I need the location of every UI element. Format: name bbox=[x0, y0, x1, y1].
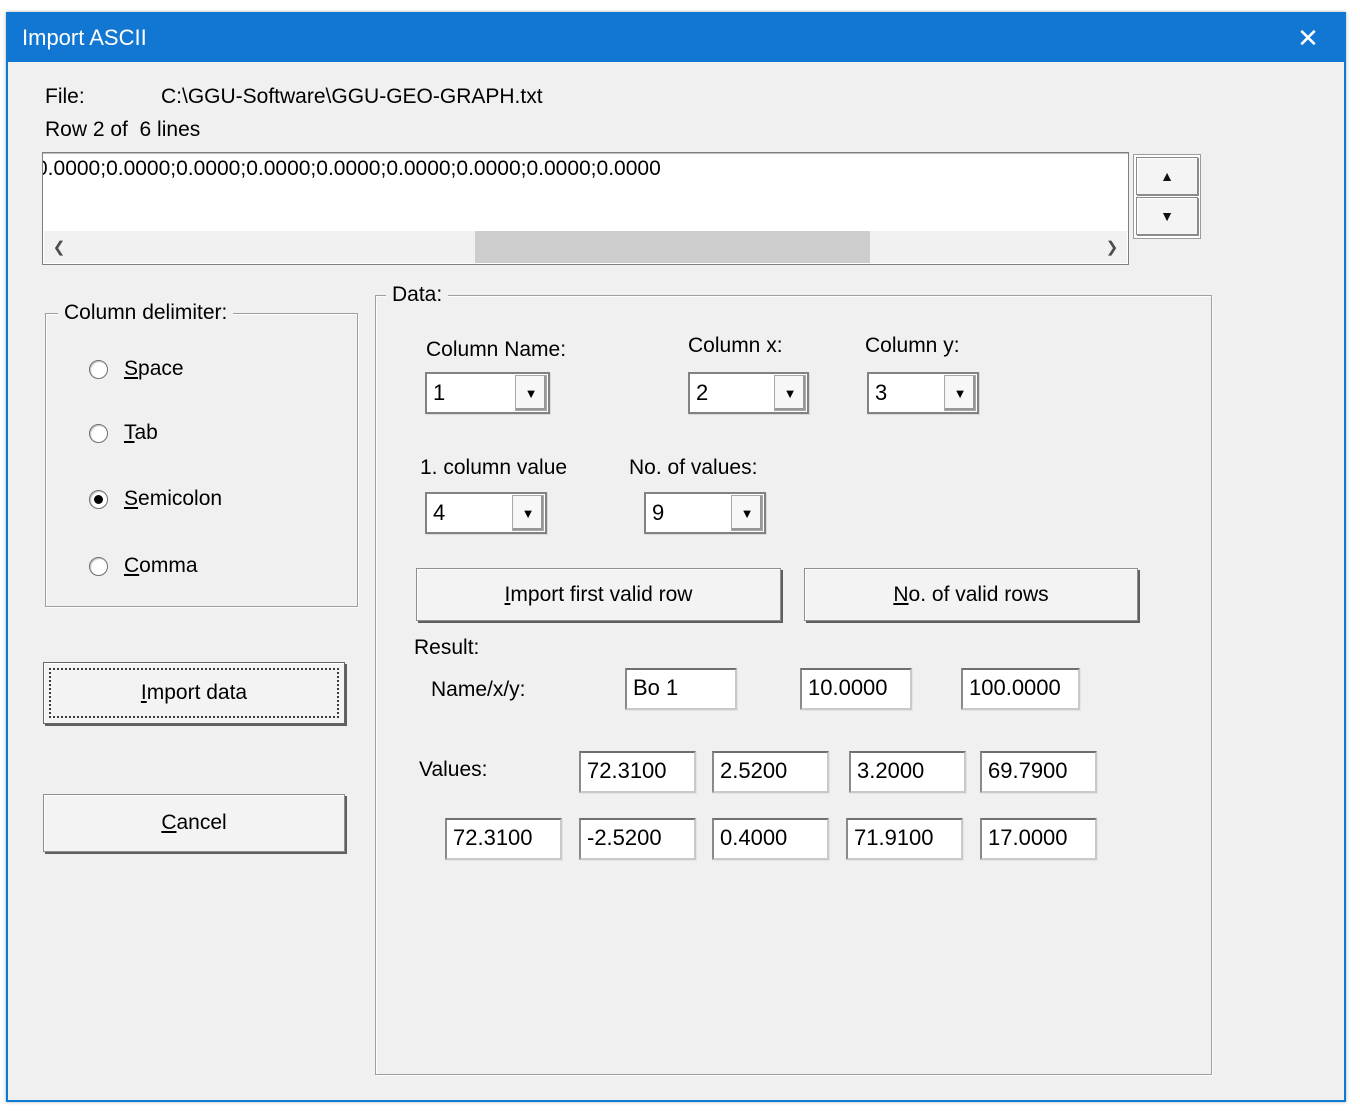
import-data-button[interactable]: Import data bbox=[43, 662, 345, 724]
column-delimiter-group: Column delimiter: Space Tab Semicolon Co… bbox=[45, 313, 358, 607]
row-up-button[interactable]: ▲ bbox=[1136, 157, 1198, 195]
row-spinner: ▲ ▼ bbox=[1133, 154, 1201, 239]
radio-circle-icon bbox=[89, 424, 108, 443]
column-delimiter-title: Column delimiter: bbox=[58, 301, 233, 325]
file-path: C:\GGU-Software\GGU-GEO-GRAPH.txt bbox=[161, 85, 543, 109]
column-y-select[interactable]: 3 ▼ bbox=[867, 372, 979, 414]
radio-comma[interactable]: Comma bbox=[89, 553, 198, 579]
radio-circle-icon bbox=[89, 490, 108, 509]
scroll-right-icon[interactable]: ❯ bbox=[1099, 231, 1125, 263]
value-field[interactable]: 71.9100 bbox=[846, 818, 963, 860]
value-field[interactable]: 2.5200 bbox=[712, 751, 829, 793]
import-first-valid-row-button[interactable]: Import first valid row bbox=[416, 568, 781, 621]
first-column-value-select[interactable]: 4 ▼ bbox=[425, 492, 547, 534]
horizontal-scrollbar[interactable]: ❮ ❯ bbox=[44, 231, 1127, 263]
first-column-value-label: 1. column value bbox=[420, 456, 567, 480]
radio-circle-icon bbox=[89, 557, 108, 576]
dropdown-arrow-icon[interactable]: ▼ bbox=[731, 495, 763, 531]
data-group: Data: Column Name: Column x: Column y: 1… bbox=[375, 295, 1212, 1075]
scroll-left-icon[interactable]: ❮ bbox=[46, 231, 72, 263]
x-value-field[interactable]: 10.0000 bbox=[800, 668, 912, 710]
dialog-body: File: C:\GGU-Software\GGU-GEO-GRAPH.txt … bbox=[8, 62, 1344, 1100]
dropdown-arrow-icon[interactable]: ▼ bbox=[512, 495, 544, 531]
file-label: File: bbox=[45, 85, 85, 109]
column-x-select[interactable]: 2 ▼ bbox=[688, 372, 809, 414]
column-x-label: Column x: bbox=[688, 334, 783, 358]
radio-circle-icon bbox=[89, 360, 108, 379]
column-name-label: Column Name: bbox=[426, 338, 566, 362]
result-label: Result: bbox=[414, 636, 479, 660]
dialog-title: Import ASCII bbox=[8, 25, 147, 51]
column-name-select[interactable]: 1 ▼ bbox=[425, 372, 550, 414]
down-arrow-icon: ▼ bbox=[1160, 208, 1174, 224]
name-xy-label: Name/x/y: bbox=[431, 678, 526, 702]
name-value-field[interactable]: Bo 1 bbox=[625, 668, 737, 710]
value-field[interactable]: 0.4000 bbox=[712, 818, 829, 860]
value-field[interactable]: 72.3100 bbox=[579, 751, 696, 793]
ascii-preview-line: 0.0000;0.0000;0.0000;0.0000;0.0000;0.000… bbox=[42, 157, 661, 181]
cancel-button[interactable]: Cancel bbox=[43, 794, 345, 852]
radio-tab[interactable]: Tab bbox=[89, 420, 158, 446]
row-info: Row 2 of 6 lines bbox=[45, 118, 200, 142]
no-of-valid-rows-button[interactable]: No. of valid rows bbox=[804, 568, 1138, 621]
value-field[interactable]: 17.0000 bbox=[980, 818, 1097, 860]
value-field[interactable]: 69.7900 bbox=[980, 751, 1097, 793]
ascii-preview-box[interactable]: 0.0000;0.0000;0.0000;0.0000;0.0000;0.000… bbox=[42, 152, 1129, 265]
dropdown-arrow-icon[interactable]: ▼ bbox=[774, 375, 806, 411]
radio-space[interactable]: Space bbox=[89, 356, 184, 382]
no-of-values-label: No. of values: bbox=[629, 456, 757, 480]
dropdown-arrow-icon[interactable]: ▼ bbox=[944, 375, 976, 411]
up-arrow-icon: ▲ bbox=[1160, 168, 1174, 184]
data-group-title: Data: bbox=[386, 283, 448, 307]
close-icon[interactable]: ✕ bbox=[1282, 14, 1334, 62]
value-field[interactable]: 72.3100 bbox=[445, 818, 562, 860]
radio-semicolon[interactable]: Semicolon bbox=[89, 486, 222, 512]
import-ascii-dialog: Import ASCII ✕ File: C:\GGU-Software\GGU… bbox=[6, 12, 1346, 1102]
y-value-field[interactable]: 100.0000 bbox=[961, 668, 1080, 710]
value-field[interactable]: -2.5200 bbox=[579, 818, 696, 860]
scrollbar-thumb[interactable] bbox=[475, 231, 870, 263]
dropdown-arrow-icon[interactable]: ▼ bbox=[515, 375, 547, 411]
values-label: Values: bbox=[419, 758, 488, 782]
column-y-label: Column y: bbox=[865, 334, 960, 358]
value-field[interactable]: 3.2000 bbox=[849, 751, 966, 793]
no-of-values-select[interactable]: 9 ▼ bbox=[644, 492, 766, 534]
title-bar: Import ASCII ✕ bbox=[8, 14, 1344, 62]
row-down-button[interactable]: ▼ bbox=[1136, 197, 1198, 235]
